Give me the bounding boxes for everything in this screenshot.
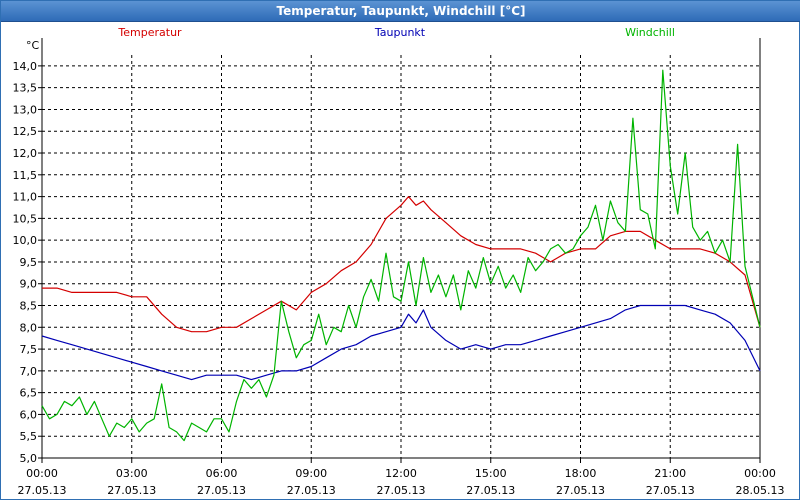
x-tick-date-label: 27.05.13: [18, 484, 67, 497]
y-tick-label: 8,5: [20, 300, 38, 313]
x-tick-time-label: 00:00: [26, 467, 58, 480]
x-tick-time-label: 15:00: [475, 467, 507, 480]
chart-canvas: 5,0 5,5 6,0 6,5 7,0 7,5 8,0 8,5 9,0 9,5 10,0 10,5 11…: [13, 26, 785, 497]
x-tick-time-label: 00:00: [744, 467, 776, 480]
x-tick-time-label: 06:00: [206, 467, 238, 480]
y-tick-label: 8,0: [20, 321, 38, 334]
y-tick-label: 6,5: [20, 387, 38, 400]
y-tick-label: 5,0: [20, 452, 38, 465]
y-tick-label: 12,0: [13, 147, 38, 160]
y-tick-label: 10,5: [13, 212, 38, 225]
title-bar: Temperatur, Taupunkt, Windchill [°C]: [1, 1, 800, 22]
x-tick-time-label: 21:00: [654, 467, 686, 480]
chart-title: Temperatur, Taupunkt, Windchill [°C]: [276, 4, 526, 18]
legend: Temperatur Taupunkt Windchill: [117, 26, 675, 39]
legend-entry: Taupunkt: [374, 26, 426, 39]
y-tick-label: 11,5: [13, 169, 38, 182]
y-tick-label: 12,5: [13, 125, 38, 138]
x-tick-date-label: 28.05.13: [736, 484, 785, 497]
y-tick-label: 6,0: [20, 408, 38, 421]
y-tick-label: 5,5: [20, 430, 38, 443]
x-tick-time-label: 03:00: [116, 467, 148, 480]
y-tick-label: 13,5: [13, 82, 38, 95]
axes: [38, 38, 761, 463]
y-tick-label: 13,0: [13, 103, 38, 116]
grid: [42, 55, 760, 459]
x-tick-time-label: 12:00: [385, 467, 417, 480]
x-tick-date-label: 27.05.13: [646, 484, 695, 497]
x-tick-date-label: 27.05.13: [287, 484, 336, 497]
x-axis-tick-labels: 00:00 27.05.13 03:00 27.05.13 06:00 27.05.13 0…: [18, 467, 785, 497]
x-tick-time-label: 09:00: [295, 467, 327, 480]
y-tick-label: 14,0: [13, 60, 38, 73]
series-line-temperatur: [42, 196, 761, 333]
y-tick-label: 7,5: [20, 343, 38, 356]
x-tick-date-label: 27.05.13: [556, 484, 605, 497]
y-axis-unit: °C: [26, 39, 40, 52]
y-tick-label: 7,0: [20, 365, 38, 378]
x-tick-date-label: 27.05.13: [197, 484, 246, 497]
x-tick-time-label: 18:00: [565, 467, 597, 480]
x-tick-date-label: 27.05.13: [377, 484, 426, 497]
x-tick-date-label: 27.05.13: [107, 484, 156, 497]
legend-entry: Windchill: [625, 26, 675, 39]
x-tick-date-label: 27.05.13: [466, 484, 515, 497]
y-axis-tick-labels: 5,0 5,5 6,0 6,5 7,0 7,5 8,0 8,5 9,0 9,5 10,0 10,5 11…: [13, 60, 38, 465]
y-tick-label: 10,0: [13, 234, 38, 247]
y-tick-label: 9,5: [20, 256, 38, 269]
y-tick-label: 11,0: [13, 191, 38, 204]
y-tick-label: 9,0: [20, 278, 38, 291]
legend-entry: Temperatur: [117, 26, 182, 39]
